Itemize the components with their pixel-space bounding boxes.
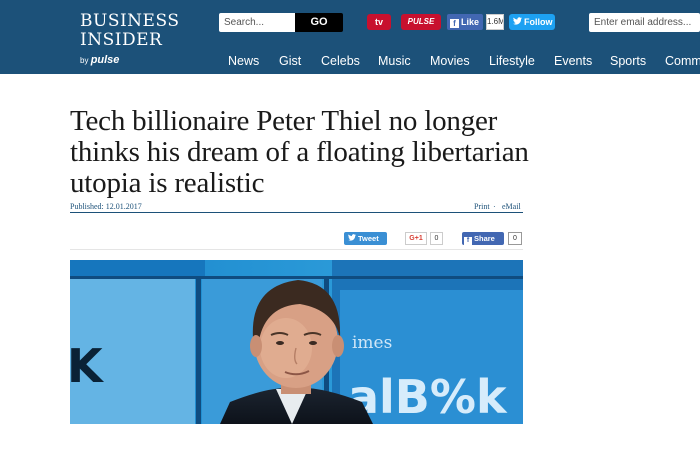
hero-text-albk: alB%k [348, 370, 508, 424]
facebook-icon: f [464, 237, 472, 245]
tv-button[interactable]: tv [367, 14, 391, 30]
nav-item-movies[interactable]: Movies [430, 54, 470, 68]
nav-item-events[interactable]: Events [554, 54, 592, 68]
nav-item-sports[interactable]: Sports [610, 54, 646, 68]
facebook-share-count: 0 [508, 232, 522, 245]
logo-partner: by pulse [80, 54, 119, 66]
nav-item-lifestyle[interactable]: Lifestyle [489, 54, 535, 68]
logo-line-1: BUSINESS [80, 11, 180, 31]
tweet-label: Tweet [358, 234, 379, 243]
follow-label: Follow [524, 17, 553, 27]
print-link[interactable]: Print [474, 202, 490, 211]
facebook-icon: f [450, 19, 459, 28]
meta-separator: · [493, 202, 496, 211]
hero-photo: K imes alB%k [70, 260, 523, 424]
site-logo[interactable]: BUSINESS INSIDER by pulse [80, 11, 180, 67]
facebook-share-button[interactable]: f Share [462, 232, 504, 245]
nav-item-comm[interactable]: Comm [665, 54, 700, 68]
article-hero-image[interactable]: K imes alB%k [70, 260, 523, 424]
logo-partner-name: pulse [90, 54, 120, 66]
twitter-follow-button[interactable]: Follow [509, 14, 555, 30]
tweet-button[interactable]: Tweet [344, 232, 387, 245]
logo-line-2: INSIDER [80, 30, 163, 50]
facebook-like-button[interactable]: f Like [447, 14, 483, 30]
search-input[interactable] [219, 13, 295, 32]
twitter-bird-icon [348, 234, 356, 241]
nav-item-news[interactable]: News [228, 54, 259, 68]
logo-by-text: by [80, 56, 89, 65]
hero-text-k: K [70, 339, 105, 393]
hero-text-imes: imes [352, 333, 392, 353]
published-date: Published: 12.01.2017 [70, 202, 142, 211]
facebook-like-count: 1.6M [486, 14, 504, 30]
nav-item-celebs[interactable]: Celebs [321, 54, 360, 68]
share-label: Share [474, 234, 495, 243]
google-plus-button[interactable]: G+1 [405, 232, 427, 245]
article-headline: Tech billionaire Peter Thiel no longer t… [70, 105, 529, 199]
share-divider [70, 249, 523, 250]
site-header: BUSINESS INSIDER by pulse GO tv PULSE fL… [0, 0, 700, 74]
newsletter-email-input[interactable] [589, 13, 700, 32]
google-plus-count: 0 [430, 232, 443, 245]
twitter-bird-icon [513, 17, 522, 25]
nav-item-gist[interactable]: Gist [279, 54, 301, 68]
like-label: Like [461, 17, 480, 27]
meta-divider [70, 212, 523, 213]
nav-item-music[interactable]: Music [378, 54, 411, 68]
pulse-badge-button[interactable]: PULSE [401, 14, 441, 30]
google-plus-icon: G+1 [409, 235, 423, 242]
search-go-button[interactable]: GO [295, 13, 343, 32]
email-link[interactable]: eMail [502, 202, 521, 211]
